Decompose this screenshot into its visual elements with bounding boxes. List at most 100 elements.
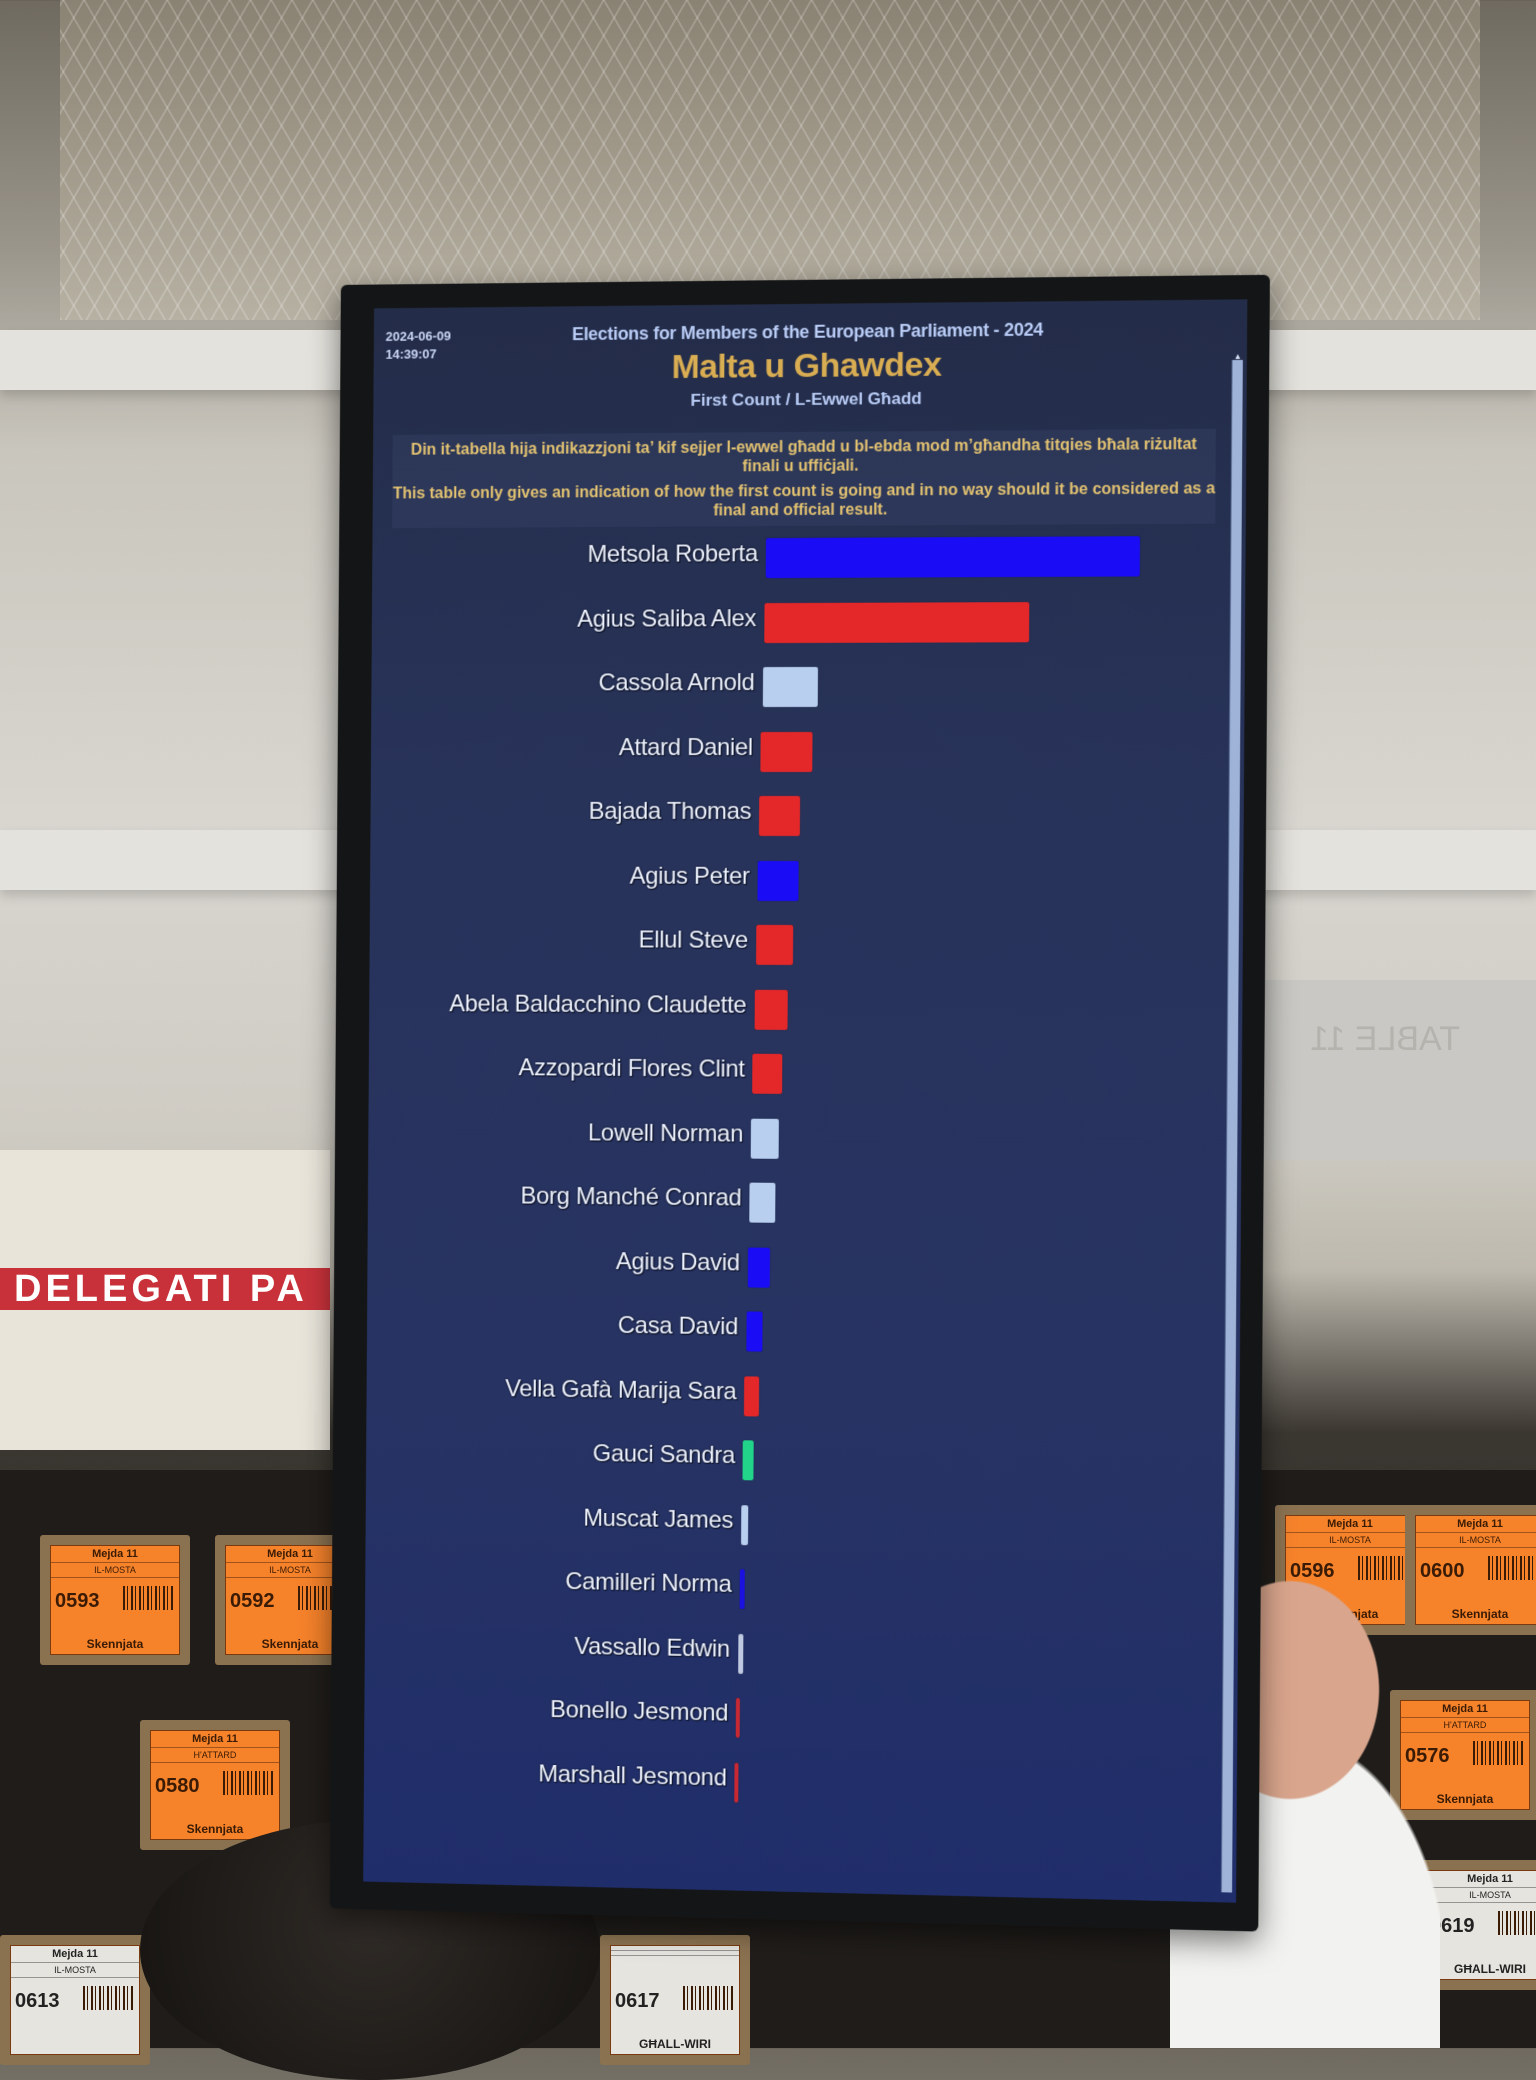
ballot-box-table: Mejda 11 — [1426, 1871, 1536, 1888]
candidate-bar — [762, 666, 819, 708]
candidate-name: Ellul Steve — [638, 926, 749, 954]
candidate-bar — [764, 601, 1030, 643]
ceiling-net — [60, 0, 1480, 320]
candidate-row: Bonello Jesmond — [364, 1686, 1237, 1760]
ballot-box-place: IL-MOSTA — [11, 1963, 139, 1978]
candidate-bar — [737, 1633, 744, 1674]
candidate-name: Muscat James — [583, 1504, 734, 1534]
right-wall-panel — [1245, 980, 1536, 1160]
candidate-name: Azzopardi Flores Clint — [518, 1054, 745, 1083]
candidate-bar — [744, 1375, 760, 1417]
barcode-icon — [1488, 1556, 1536, 1580]
ballot-box-place: IL-MOSTA — [51, 1563, 179, 1578]
ballot-box-number: 0593 — [55, 1590, 100, 1612]
candidate-row: Agius Peter — [370, 856, 1244, 914]
candidate-row: Ellul Steve — [369, 920, 1243, 979]
ballot-box-place — [611, 1951, 739, 1956]
ballot-box-number: 0592 — [230, 1590, 275, 1612]
candidate-bar — [757, 860, 799, 901]
candidate-name: Marshall Jesmond — [538, 1759, 727, 1792]
barcode-icon — [1473, 1741, 1523, 1765]
candidate-name: Casa David — [617, 1311, 739, 1341]
ballot-box-label: Mejda 11 H'ATTARD 0580 Skennjata — [150, 1730, 280, 1840]
barcode-icon — [123, 1586, 173, 1610]
ballot-box-place: IL-MOSTA — [1426, 1888, 1536, 1903]
results-screen: ▲ 2024-06-09 14:39:07 Elections for Memb… — [363, 299, 1248, 1903]
candidate-name: Agius Saliba Alex — [577, 604, 757, 633]
candidate-name: Attard Daniel — [618, 733, 754, 761]
ballot-box: Mejda 11 IL-MOSTA 0613 — [0, 1935, 150, 2065]
ballot-box-place: IL-MOSTA — [1286, 1533, 1414, 1548]
barcode-icon — [683, 1986, 733, 2010]
barcode-icon — [223, 1771, 273, 1795]
candidate-row: Attard Daniel — [371, 727, 1245, 784]
candidate-name: Agius David — [615, 1247, 740, 1276]
ballot-box-label: 0617 GĦALL-WIRI — [610, 1945, 740, 2055]
candidate-name: Vella Gafà Marija Sara — [504, 1374, 737, 1405]
candidate-name: Metsola Roberta — [587, 540, 758, 568]
ballot-box-number: 0617 — [615, 1990, 660, 2012]
ballot-box-status: GĦALL-WIRI — [1454, 1962, 1526, 1976]
candidate-name: Bonello Jesmond — [550, 1696, 729, 1727]
ballot-box-number: 0613 — [15, 1990, 60, 2012]
candidate-name: Borg Manché Conrad — [520, 1182, 742, 1212]
header: Elections for Members of the European Pa… — [373, 317, 1247, 413]
candidate-name: Camilleri Norma — [565, 1568, 732, 1598]
ballot-box-table: Mejda 11 — [51, 1546, 179, 1563]
table-sign: TABLE 11 — [1310, 1020, 1460, 1058]
candidate-row: Azzopardi Flores Clint — [369, 1047, 1242, 1109]
candidate-name: Abela Baldacchino Claudette — [449, 989, 747, 1019]
candidate-row: Vassallo Edwin — [365, 1623, 1238, 1696]
ballot-box: Mejda 11 H'ATTARD 0580 Skennjata — [140, 1720, 290, 1850]
candidate-row: Gauci Sandra — [366, 1431, 1239, 1500]
candidate-bar — [755, 924, 794, 965]
candidate-bar — [734, 1762, 739, 1803]
ballot-box: 0617 GĦALL-WIRI — [600, 1935, 750, 2065]
candidate-row: Borg Manché Conrad — [368, 1175, 1241, 1239]
candidate-bar — [739, 1569, 746, 1610]
election-title: Elections for Members of the European Pa… — [571, 319, 1044, 345]
ballot-box-place: IL-MOSTA — [1416, 1533, 1536, 1548]
candidate-bar — [749, 1182, 776, 1223]
disclaimer: Din it-tabella hija indikazzjoni ta’ kif… — [392, 428, 1216, 529]
ballot-box-table: Mejda 11 — [1416, 1516, 1536, 1533]
candidate-name: Gauci Sandra — [592, 1440, 735, 1470]
ballot-box-label: Mejda 11 IL-MOSTA 0619 GĦALL-WIRI — [1425, 1870, 1536, 1980]
candidate-name: Cassola Arnold — [598, 669, 755, 697]
barcode-icon — [83, 1986, 133, 2010]
ballot-box-status: Skennjata — [186, 1822, 244, 1836]
ballot-box-label: Mejda 11 IL-MOSTA 0613 — [10, 1945, 140, 2055]
candidate-bar — [759, 795, 801, 836]
candidate-row: Metsola Roberta — [372, 532, 1246, 592]
ballot-box-table: Mejda 11 — [1286, 1516, 1414, 1533]
candidate-row: Muscat James — [365, 1495, 1238, 1565]
candidate-row: Agius Saliba Alex — [372, 597, 1246, 656]
ballot-box: Mejda 11 IL-MOSTA 0593 Skennjata — [40, 1535, 190, 1665]
candidate-bar — [736, 1697, 741, 1738]
barcode-icon — [1358, 1556, 1408, 1580]
ballot-box-table: Mejda 11 — [151, 1731, 279, 1748]
delegati-banner: DELEGATI PA — [0, 1268, 330, 1310]
candidate-bar — [752, 1053, 783, 1094]
barcode-icon — [1498, 1911, 1536, 1935]
candidate-row: Abela Baldacchino Claudette — [369, 984, 1243, 1044]
candidate-bar — [745, 1311, 763, 1352]
disclaimer-maltese: Din it-tabella hija indikazzjoni ta’ kif… — [410, 435, 1197, 476]
candidate-name: Vassallo Edwin — [574, 1632, 731, 1663]
ballot-box-status: GĦALL-WIRI — [639, 2037, 711, 2051]
ballot-box-number: 0580 — [155, 1775, 200, 1797]
candidate-row: Camilleri Norma — [365, 1559, 1238, 1631]
candidate-bar — [754, 989, 788, 1030]
count-title: First Count / L-Ewwel Għadd — [690, 388, 922, 410]
candidate-name: Agius Peter — [629, 862, 750, 890]
candidate-bar — [760, 731, 814, 772]
candidate-name: Bajada Thomas — [588, 797, 752, 825]
ballot-box-status: Skennjata — [86, 1637, 144, 1651]
candidate-row: Lowell Norman — [368, 1111, 1241, 1174]
candidate-bar — [747, 1247, 771, 1288]
ballot-box-place: H'ATTARD — [151, 1748, 279, 1763]
results-monitor: ▲ 2024-06-09 14:39:07 Elections for Memb… — [329, 274, 1270, 1932]
candidate-row: Agius David — [367, 1239, 1240, 1304]
candidate-bar — [741, 1504, 749, 1545]
candidate-row: Vella Gafà Marija Sara — [366, 1367, 1239, 1435]
